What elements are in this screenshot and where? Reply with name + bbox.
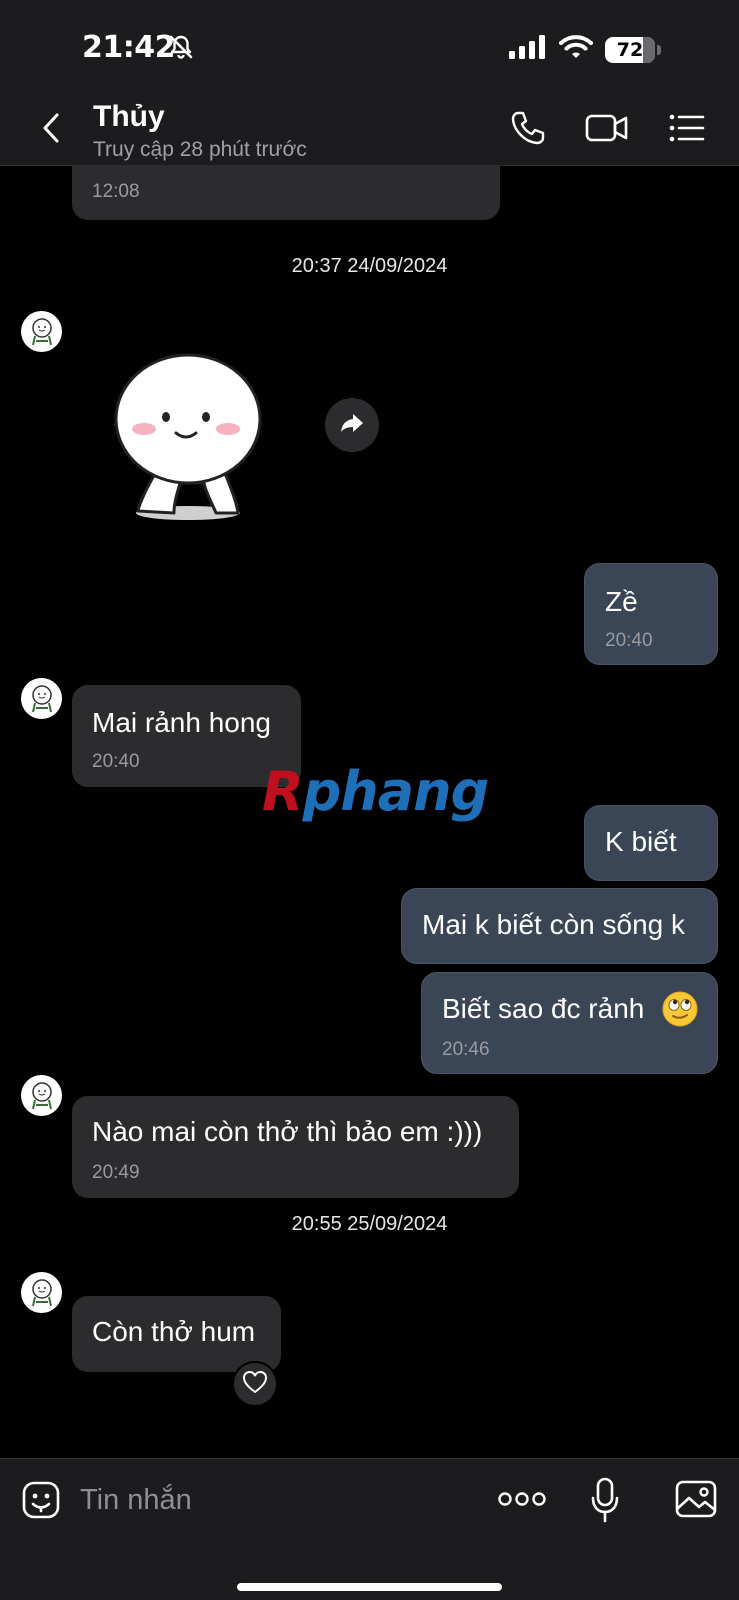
bell-slash-icon (168, 34, 194, 65)
contact-name[interactable]: Thủy (93, 100, 165, 134)
avatar[interactable] (21, 678, 62, 719)
list-menu-icon (669, 113, 705, 148)
message-text: Mai k biết còn sống k (422, 909, 686, 940)
wifi-icon (559, 34, 593, 65)
avatar[interactable] (21, 1075, 62, 1116)
battery-level: 72 (616, 38, 644, 61)
send-image-button[interactable] (674, 1479, 718, 1519)
message-time: 20:40 (605, 630, 653, 651)
sticker-emoji-button[interactable] (21, 1480, 61, 1520)
message-bubble-outgoing[interactable]: K biết (584, 805, 718, 881)
heart-reaction-button[interactable] (232, 1361, 278, 1407)
battery-nub (657, 44, 661, 55)
back-button[interactable] (34, 112, 68, 148)
heart-icon (242, 1370, 268, 1399)
message-bubble-outgoing[interactable]: Zề 20:40 (584, 563, 718, 665)
image-gallery-icon (674, 1480, 718, 1523)
phone-icon (510, 110, 546, 151)
video-call-button[interactable] (584, 110, 630, 150)
status-indicators: 72 (509, 34, 661, 65)
message-bubble-partial[interactable]: 12:08 (72, 166, 500, 220)
share-arrow-icon (339, 412, 365, 439)
avatar[interactable] (21, 1272, 62, 1313)
contact-last-seen: Truy cập 28 phút trước (93, 138, 307, 161)
emoji-face-icon (21, 1481, 61, 1524)
message-bubble-outgoing[interactable]: Biết sao đc rảnh 20:46 (421, 972, 718, 1074)
message-text: Biết sao đc rảnh (442, 993, 645, 1024)
message-text: Còn thở hum (92, 1316, 256, 1347)
message-text: Nào mai còn thở thì bảo em :))) (92, 1116, 483, 1147)
date-separator: 20:55 25/09/2024 (291, 1213, 448, 1235)
message-text: Mai rảnh hong (92, 707, 272, 738)
message-text: K biết (605, 826, 677, 857)
watermark-text: phang (302, 760, 490, 823)
message-list[interactable]: 12:08 20:37 24/09/2024 Zề 20:40 Mai rảnh… (0, 166, 739, 1458)
message-input[interactable] (80, 1475, 470, 1525)
microphone-icon (590, 1477, 620, 1527)
message-time: 20:40 (92, 751, 140, 772)
cellular-signal-icon (509, 35, 547, 64)
more-dots-icon (498, 1492, 546, 1515)
watermark-logo: Rphang (262, 760, 490, 823)
conversation-options-button[interactable] (668, 110, 706, 150)
eye-roll-emoji (662, 991, 698, 1032)
video-camera-icon (585, 112, 629, 149)
date-separator: 20:37 24/09/2024 (291, 255, 448, 277)
share-button[interactable] (325, 398, 379, 452)
message-time: 20:46 (442, 1039, 490, 1060)
message-text: Zề (605, 586, 638, 617)
voice-call-button[interactable] (508, 110, 548, 150)
home-indicator[interactable] (237, 1583, 502, 1591)
more-options-button[interactable] (498, 1487, 546, 1511)
chat-header: Thủy Truy cập 28 phút trước (0, 96, 739, 166)
sticker-message[interactable] (108, 351, 278, 526)
status-bar: 21:42 72 (0, 0, 739, 96)
watermark-letter: R (262, 760, 304, 823)
message-composer (0, 1458, 739, 1600)
status-time: 21:42 (82, 30, 176, 65)
message-time: 20:49 (92, 1162, 140, 1183)
message-bubble-incoming[interactable]: Nào mai còn thở thì bảo em :))) 20:49 (72, 1096, 519, 1198)
battery-icon: 72 (605, 36, 655, 63)
message-time: 12:08 (92, 181, 140, 202)
message-bubble-outgoing[interactable]: Mai k biết còn sống k (401, 888, 718, 964)
avatar[interactable] (21, 311, 62, 352)
voice-message-button[interactable] (590, 1477, 620, 1523)
chevron-left-icon (41, 112, 61, 149)
